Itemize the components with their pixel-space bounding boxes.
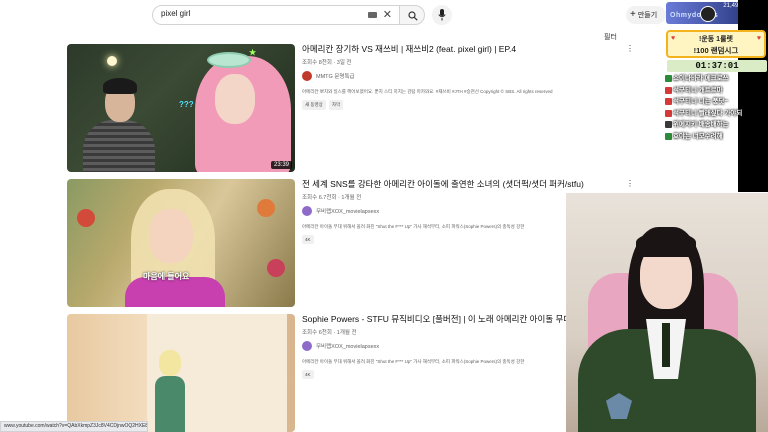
video-title-1[interactable]: 아메리칸 장기하 VS 재쓰비 | 재쓰비2 (feat. pixel girl… xyxy=(302,44,622,55)
badge: 자막 xyxy=(328,100,344,110)
donation-alert-box: ♥ ♥ !운동 1룰렛 !100 랜덤시그 xyxy=(666,30,766,58)
video-description-1: 아메리칸 뽀치와 일스를 핵어보였어요. 뿐지 스티 히지는 감탐 마카와요. … xyxy=(302,89,553,94)
thumb-subtitle: 마음에 들어요 xyxy=(143,272,190,281)
studio-light xyxy=(107,56,117,66)
search-icon xyxy=(408,11,418,21)
streamer-avatar xyxy=(700,6,716,22)
chat-message: 위메지키 배송배하는 xyxy=(665,119,768,131)
mic-icon xyxy=(438,9,446,21)
channel-link-1[interactable]: MMTG 문명특급 xyxy=(302,71,355,81)
thumb-person xyxy=(155,350,185,432)
streamer-tie xyxy=(662,323,670,367)
video-thumbnail-3[interactable] xyxy=(67,314,295,432)
alert-line-2: !100 랜덤시그 xyxy=(693,46,739,55)
flower xyxy=(77,209,95,227)
flower xyxy=(257,199,275,217)
video-meta-2: 조회수 6.7천회 · 1개월 전 xyxy=(302,195,362,201)
video-description-3: 아메리칸 아이돌 무대 위해서 올려 화진 "Shut the F*** Up"… xyxy=(302,359,525,364)
chat-badge-icon xyxy=(665,75,672,82)
voice-search-button[interactable] xyxy=(432,5,452,25)
channel-avatar[interactable] xyxy=(302,206,312,216)
status-bar-url: www.youtube.com/watch?v=QAbXkmpZ3Jc8V4CD… xyxy=(0,421,148,432)
chat-overlay: 쇼이나바라 메크로쓰 석구티니 캐트르마 석구티니 니는 풍닷~ 석구티니 빨래… xyxy=(665,73,768,142)
video-meta-3: 조회수 6천회 · 1개월 전 xyxy=(302,330,357,336)
chat-message: 석구티니 캐트르마 xyxy=(665,85,768,97)
streamer-bangs xyxy=(636,233,696,257)
search-query-text: pixel girl xyxy=(161,9,191,18)
thumb-pink-hair-girl xyxy=(187,52,295,172)
more-options-icon[interactable]: ⋮ xyxy=(626,44,634,54)
create-button[interactable]: + 만들기 xyxy=(626,6,666,24)
channel-name[interactable]: 무비랩XOX_movielapsexx xyxy=(316,209,379,215)
keyboard-icon[interactable] xyxy=(368,12,377,18)
chat-message: 쇼이나바라 메크로쓰 xyxy=(665,73,768,85)
channel-avatar[interactable] xyxy=(302,341,312,351)
search-button[interactable] xyxy=(399,5,425,25)
video-description-2: 아메리칸 아이돌 무대 위해서 올려 화진 "Shut the F*** Up"… xyxy=(302,224,525,229)
chat-badge-icon xyxy=(665,86,672,94)
stream-timer: 01:37:01 xyxy=(667,60,767,72)
channel-avatar[interactable] xyxy=(302,71,312,81)
thumb-man xyxy=(83,76,155,172)
video-badges-1: 새 동영상 자막 xyxy=(302,100,346,110)
chat-badge-icon xyxy=(665,132,672,140)
search-input[interactable]: pixel girl ✕ xyxy=(152,5,400,25)
video-badges-3: 4K xyxy=(302,370,317,379)
plus-icon: + xyxy=(630,9,636,20)
chat-badge-icon xyxy=(665,98,672,105)
alert-line-1: !운동 1룰렛 xyxy=(699,36,733,43)
video-duration: 23:39 xyxy=(270,161,292,169)
clear-icon[interactable]: ✕ xyxy=(383,8,392,22)
chat-message: 석구티니 니는 풍닷~ xyxy=(665,96,768,108)
show-logo: ★ xyxy=(249,48,257,57)
screen: pixel girl ✕ +만들기 21,492 / 21,000 Ohmydo… xyxy=(0,0,768,432)
thumb-overlay-text: ??? xyxy=(179,100,194,109)
filter-button[interactable]: 필터 xyxy=(604,32,617,42)
video-badges-2: 4K xyxy=(302,235,317,244)
chat-message: 호야는 너모수려해 xyxy=(665,131,768,143)
thumb-blonde-girl xyxy=(125,187,225,307)
badge: 4K xyxy=(302,370,314,379)
chat-message: 석구티니 빨래싶다 가야되 xyxy=(665,108,768,120)
video-title-2[interactable]: 전 세계 SNS를 강타한 아메리칸 아이돌에 출연한 소녀의 (셧더퍽/셧더 … xyxy=(302,179,622,190)
badge: 새 동영상 xyxy=(302,100,326,110)
chat-badge-icon xyxy=(665,109,672,117)
video-thumbnail-1[interactable]: ??? ★ 23:39 xyxy=(67,44,295,172)
video-thumbnail-2[interactable]: 마음에 들어요 xyxy=(67,179,295,307)
badge: 4K xyxy=(302,235,314,244)
video-meta-1: 조회수 8천회 · 3일 전 xyxy=(302,60,352,66)
channel-link-3[interactable]: 무비랩XOX_movielapsexx xyxy=(302,341,379,351)
channel-name[interactable]: MMTG 문명특급 xyxy=(316,74,355,80)
more-options-icon[interactable]: ⋮ xyxy=(626,179,634,189)
chat-badge-icon xyxy=(665,121,672,128)
create-label: 만들기 xyxy=(637,12,658,19)
channel-link-2[interactable]: 무비랩XOX_movielapsexx xyxy=(302,206,379,216)
flower xyxy=(267,259,285,277)
channel-name[interactable]: 무비랩XOX_movielapsexx xyxy=(316,344,379,350)
streamer-webcam xyxy=(566,193,768,432)
